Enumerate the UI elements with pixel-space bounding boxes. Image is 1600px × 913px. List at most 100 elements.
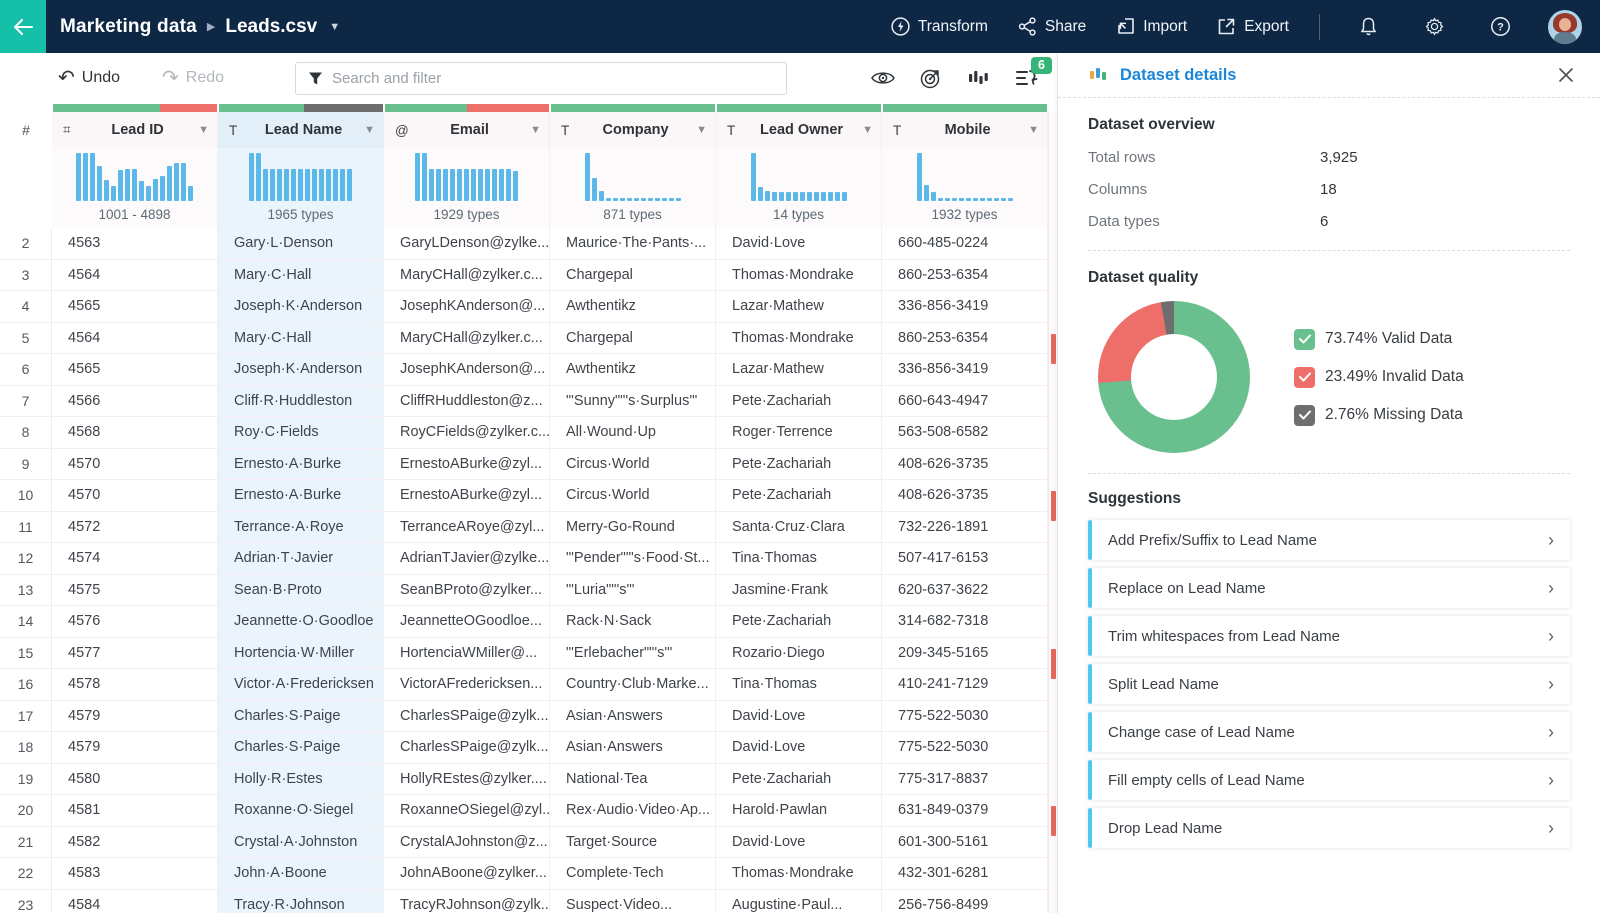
- row-number[interactable]: 10: [0, 480, 52, 511]
- row-number[interactable]: 23: [0, 889, 52, 913]
- cell-company[interactable]: Merry-Go-Round: [550, 511, 716, 542]
- cell-company[interactable]: Chargepal: [550, 259, 716, 290]
- quality-segment-valid[interactable]: [717, 104, 881, 112]
- cell-company[interactable]: Suspect·Video...: [550, 889, 716, 913]
- column-menu-caret-icon[interactable]: ▼: [364, 124, 375, 136]
- suggestion-card[interactable]: Change case of Lead Name ›: [1088, 712, 1570, 752]
- cell-company[interactable]: Rack·N·Sack: [550, 606, 716, 637]
- column-menu-caret-icon[interactable]: ▼: [198, 124, 209, 136]
- settings-button[interactable]: [1416, 9, 1452, 45]
- legend-checkbox[interactable]: [1294, 328, 1315, 350]
- cell-mobile[interactable]: 860-253-6354: [882, 259, 1048, 290]
- cell-mobile[interactable]: 410-241-7129: [882, 669, 1048, 700]
- row-number[interactable]: 20: [0, 795, 52, 826]
- cell-email[interactable]: JohnABoone@zylker...: [384, 858, 550, 889]
- cell-lead-name[interactable]: Charles·S·Paige: [218, 700, 384, 731]
- cell-email[interactable]: ErnestoABurke@zyl...: [384, 448, 550, 479]
- cell-email[interactable]: GaryLDenson@zylke...: [384, 228, 550, 259]
- cell-mobile[interactable]: 775-522-5030: [882, 732, 1048, 763]
- cell-email[interactable]: JosephKAnderson@...: [384, 291, 550, 322]
- cell-lead-owner[interactable]: Santa·Cruz·Clara: [716, 511, 882, 542]
- cell-lead-owner[interactable]: Pete·Zachariah: [716, 385, 882, 416]
- cell-lead-name[interactable]: Ernesto·A·Burke: [218, 448, 384, 479]
- cell-mobile[interactable]: 860-253-6354: [882, 322, 1048, 353]
- cell-lead-name[interactable]: Gary·L·Denson: [218, 228, 384, 259]
- cell-mobile[interactable]: 732-226-1891: [882, 511, 1048, 542]
- breadcrumb-file[interactable]: Leads.csv: [225, 16, 317, 38]
- cell-company[interactable]: All·Wound·Up: [550, 417, 716, 448]
- undo-button[interactable]: ↶ Undo: [58, 68, 120, 88]
- cell-lead-id[interactable]: 4564: [52, 322, 218, 353]
- cell-company[interactable]: Asian·Answers: [550, 700, 716, 731]
- cell-mobile[interactable]: 507-417-6153: [882, 543, 1048, 574]
- cell-lead-id[interactable]: 4580: [52, 763, 218, 794]
- cell-mobile[interactable]: 314-682-7318: [882, 606, 1048, 637]
- column-histogram-mobile[interactable]: 1932 types: [882, 148, 1048, 228]
- cell-company[interactable]: "'Pender""'s·Food·St...: [550, 543, 716, 574]
- cell-lead-id[interactable]: 4577: [52, 637, 218, 668]
- column-header-mobile[interactable]: T Mobile ▼: [882, 112, 1048, 148]
- cell-lead-owner[interactable]: Tina·Thomas: [716, 543, 882, 574]
- quality-bar-lead-name[interactable]: [219, 104, 383, 112]
- cell-lead-id[interactable]: 4568: [52, 417, 218, 448]
- cell-mobile[interactable]: 408-626-3735: [882, 448, 1048, 479]
- cell-lead-name[interactable]: Mary·C·Hall: [218, 259, 384, 290]
- column-histogram-lead-id[interactable]: 1001 - 4898: [52, 148, 218, 228]
- cell-lead-id[interactable]: 4565: [52, 354, 218, 385]
- column-stats-button[interactable]: [967, 66, 991, 90]
- cell-lead-owner[interactable]: Pete·Zachariah: [716, 480, 882, 511]
- cell-lead-id[interactable]: 4563: [52, 228, 218, 259]
- cell-lead-name[interactable]: Roy·C·Fields: [218, 417, 384, 448]
- help-button[interactable]: ?: [1482, 9, 1518, 45]
- cell-email[interactable]: JeannetteOGoodloe...: [384, 606, 550, 637]
- cell-email[interactable]: RoyCFields@zylker.c...: [384, 417, 550, 448]
- cell-lead-name[interactable]: Adrian·T·Javier: [218, 543, 384, 574]
- row-number[interactable]: 16: [0, 669, 52, 700]
- cell-lead-name[interactable]: Tracy·R·Johnson: [218, 889, 384, 913]
- column-histogram-lead-name[interactable]: 1965 types: [218, 148, 384, 228]
- cell-mobile[interactable]: 563-508-6582: [882, 417, 1048, 448]
- cell-lead-id[interactable]: 4575: [52, 574, 218, 605]
- column-histogram-company[interactable]: 871 types: [550, 148, 716, 228]
- column-menu-caret-icon[interactable]: ▼: [530, 124, 541, 136]
- cell-lead-name[interactable]: Sean·B·Proto: [218, 574, 384, 605]
- cell-mobile[interactable]: 631-849-0379: [882, 795, 1048, 826]
- cell-lead-id[interactable]: 4564: [52, 259, 218, 290]
- column-menu-caret-icon[interactable]: ▼: [862, 124, 873, 136]
- cell-lead-name[interactable]: Mary·C·Hall: [218, 322, 384, 353]
- cell-lead-name[interactable]: Ernesto·A·Burke: [218, 480, 384, 511]
- share-button[interactable]: Share: [1018, 17, 1086, 36]
- cell-email[interactable]: JosephKAnderson@...: [384, 354, 550, 385]
- cell-mobile[interactable]: 660-643-4947: [882, 385, 1048, 416]
- cell-company[interactable]: Circus·World: [550, 448, 716, 479]
- cell-mobile[interactable]: 601-300-5161: [882, 826, 1048, 857]
- column-menu-caret-icon[interactable]: ▼: [1028, 124, 1039, 136]
- quality-bar-lead-id[interactable]: [53, 104, 217, 112]
- row-number[interactable]: 7: [0, 385, 52, 416]
- cell-mobile[interactable]: 775-522-5030: [882, 700, 1048, 731]
- cell-company[interactable]: Target·Source: [550, 826, 716, 857]
- suggestion-card[interactable]: Replace on Lead Name ›: [1088, 568, 1570, 608]
- notifications-button[interactable]: [1350, 9, 1386, 45]
- suggestion-card[interactable]: Drop Lead Name ›: [1088, 808, 1570, 848]
- cell-lead-name[interactable]: John·A·Boone: [218, 858, 384, 889]
- cell-lead-id[interactable]: 4583: [52, 858, 218, 889]
- row-number[interactable]: 3: [0, 259, 52, 290]
- cell-email[interactable]: TracyRJohnson@zylk...: [384, 889, 550, 913]
- column-header-lead-owner[interactable]: T Lead Owner ▼: [716, 112, 882, 148]
- cell-lead-name[interactable]: Roxanne·O·Siegel: [218, 795, 384, 826]
- cell-email[interactable]: CharlesSPaige@zylk...: [384, 732, 550, 763]
- legend-checkbox[interactable]: [1294, 404, 1315, 426]
- cell-lead-owner[interactable]: Pete·Zachariah: [716, 763, 882, 794]
- cell-email[interactable]: HortenciaWMiller@...: [384, 637, 550, 668]
- column-header-lead-name[interactable]: T Lead Name ▼: [218, 112, 384, 148]
- cell-email[interactable]: TerranceARoye@zyl...: [384, 511, 550, 542]
- suggestion-card[interactable]: Split Lead Name ›: [1088, 664, 1570, 704]
- target-audience-button[interactable]: [919, 66, 943, 90]
- cell-mobile[interactable]: 336-856-3419: [882, 291, 1048, 322]
- quality-segment-missing[interactable]: [304, 104, 383, 112]
- cell-email[interactable]: HollyREstes@zylker....: [384, 763, 550, 794]
- cell-lead-id[interactable]: 4578: [52, 669, 218, 700]
- cell-mobile[interactable]: 775-317-8837: [882, 763, 1048, 794]
- quality-bar-lead-owner[interactable]: [717, 104, 881, 112]
